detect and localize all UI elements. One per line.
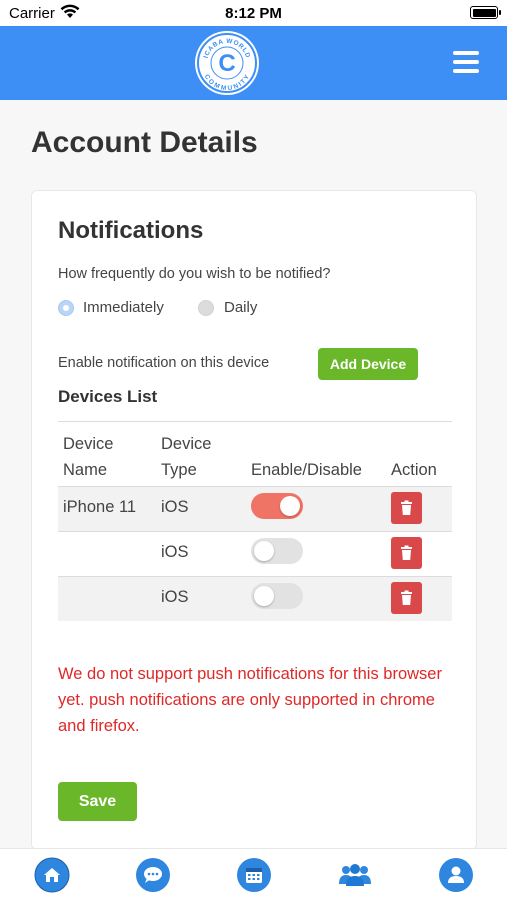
chat-icon[interactable] [135,857,171,893]
device-type-cell: iOS [161,588,189,606]
devices-list-title: Devices List [58,387,158,406]
radio-immediately[interactable] [58,300,74,316]
bottom-nav [0,848,507,900]
table-row: iPhone 11 iOS [58,486,452,531]
battery-icon [470,6,501,19]
hamburger-menu-icon[interactable] [453,51,479,73]
column-header-device-name: Device Name [63,435,114,479]
trash-icon [401,590,412,605]
radio-daily-label[interactable]: Daily [224,299,257,316]
add-device-button[interactable]: Add Device [318,348,418,380]
trash-icon [401,500,412,515]
calendar-icon[interactable] [236,857,272,893]
notifications-title: Notifications [58,217,204,244]
clock: 8:12 PM [225,5,282,22]
device-type-cell: iOS [161,543,189,561]
group-icon[interactable] [337,857,373,893]
enable-toggle[interactable] [251,538,303,564]
page-title: Account Details [31,126,258,159]
enable-toggle[interactable] [251,583,303,609]
frequency-question: How frequently do you wish to be notifie… [58,266,331,282]
save-button[interactable]: Save [58,782,137,821]
device-type-cell: iOS [161,498,189,516]
enable-notification-text: Enable notification on this device [58,355,270,371]
delete-button[interactable] [391,492,422,524]
enable-toggle[interactable] [251,493,303,519]
table-row: iOS [58,531,452,576]
home-icon[interactable] [34,857,70,893]
column-header-device-type: Device Type [161,435,212,479]
delete-button[interactable] [391,537,422,569]
table-row: iOS [58,576,452,621]
column-header-action: Action [391,461,437,479]
devices-table: Device Name Device Type Enable/Disable A… [58,421,452,621]
status-bar: Carrier 8:12 PM [0,0,507,26]
column-header-enable-disable: Enable/Disable [251,461,362,479]
device-name-cell: iPhone 11 [63,498,137,516]
delete-button[interactable] [391,582,422,614]
profile-icon[interactable] [438,857,474,893]
radio-immediately-label[interactable]: Immediately [83,299,164,316]
logo-letter: C [218,50,235,77]
app-header: ICABA WORLD COMMUNITY C [0,26,507,100]
table-header: Device Name Device Type Enable/Disable A… [58,422,452,486]
trash-icon [401,545,412,560]
radio-daily[interactable] [198,300,214,316]
notifications-card: Notifications How frequently do you wish… [31,190,477,850]
community-logo[interactable]: ICABA WORLD COMMUNITY C [195,31,259,95]
push-unsupported-warning: We do not support push notifications for… [58,665,442,735]
